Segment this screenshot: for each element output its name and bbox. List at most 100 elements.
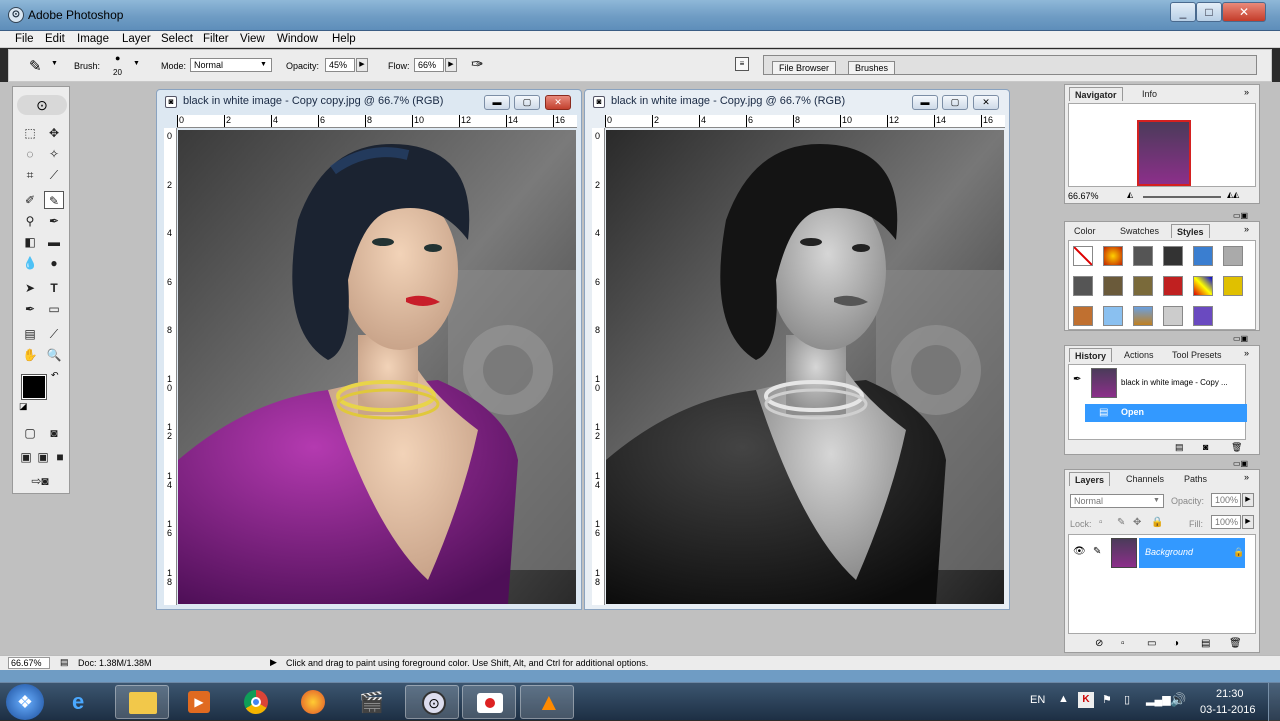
style-swatch[interactable] [1073,276,1093,296]
layers-panel-controls[interactable]: ▭▣ [1233,459,1257,469]
status-doc-size[interactable]: Doc: 1.38M/1.38M [78,658,152,668]
canvas-photo-bw[interactable] [606,130,1004,604]
flow-input[interactable]: 66% [414,58,444,72]
zoom-out-icon[interactable]: ◭ [1127,190,1133,199]
style-swatch[interactable] [1193,276,1213,296]
menu-window[interactable]: Window [277,33,318,45]
document-window-color[interactable]: ◙ black in white image - Copy copy.jpg @… [156,89,582,610]
style-swatch[interactable] [1223,246,1243,266]
mode-chevron-icon[interactable]: ▼ [260,61,267,68]
snapshot-thumbnail[interactable] [1091,368,1117,398]
new-snapshot-icon[interactable]: ◙ [1203,442,1208,452]
canvas-photo-color[interactable] [178,130,576,604]
adobe-online-icon[interactable]: ⊙ [17,95,67,115]
link-layers-icon[interactable]: ⊘ [1095,638,1103,649]
taskbar-firefox[interactable] [286,685,340,719]
style-swatch[interactable] [1133,276,1153,296]
visibility-eye-icon[interactable]: 👁 [1073,546,1086,557]
blur-icon[interactable]: 💧 [20,254,40,272]
language-indicator[interactable]: EN [1030,694,1045,706]
zoom-icon[interactable]: 🔍 [44,346,64,364]
taskbar-chrome[interactable] [229,685,283,719]
styles-panel-controls[interactable]: ▭▣ [1233,211,1257,221]
style-swatch[interactable] [1193,306,1213,326]
palette-well-icon[interactable]: ≡ [735,57,749,71]
brush-picker-chevron-icon[interactable]: ▼ [133,60,140,67]
dodge-icon[interactable]: ● [44,254,64,272]
close-button[interactable]: ✕ [1222,2,1266,22]
hand-icon[interactable]: ✋ [20,346,40,364]
menu-image[interactable]: Image [77,33,109,45]
foreground-color-swatch[interactable] [21,374,47,400]
history-brush-icon[interactable]: ✒ [44,212,64,230]
opacity-arrow-icon[interactable]: ▶ [356,58,368,72]
layer-thumbnail[interactable] [1111,538,1137,568]
tab-info[interactable]: Info [1137,87,1162,101]
taskbar-recorder[interactable] [462,685,516,719]
flow-arrow-icon[interactable]: ▶ [445,58,457,72]
style-swatch[interactable] [1193,246,1213,266]
jump-to-imageready-icon[interactable]: ⇨◙ [20,472,60,490]
add-layer-style-icon[interactable]: ▫ [1121,638,1125,649]
history-brush-source-icon[interactable]: ✒ [1073,374,1081,385]
tab-swatches[interactable]: Swatches [1115,224,1164,238]
taskbar-photoshop[interactable]: ⊙ [405,685,459,719]
brush-dot-icon[interactable]: ● [115,53,120,63]
style-swatch[interactable] [1163,306,1183,326]
navigator-thumbnail[interactable] [1137,120,1191,186]
quick-mask-icon[interactable]: ◙ [44,424,64,442]
clone-stamp-icon[interactable]: ⚲ [20,212,40,230]
tab-tool-presets[interactable]: Tool Presets [1167,348,1227,362]
taskbar-media[interactable]: ▶ [172,685,226,719]
snapshot-name[interactable]: black in white image - Copy ... [1121,378,1228,387]
style-swatch[interactable] [1133,306,1153,326]
type-icon[interactable]: T [44,279,64,297]
lock-pixels-icon[interactable]: ✎ [1117,517,1125,528]
start-button[interactable]: ❖ [6,684,44,720]
menu-help[interactable]: Help [332,33,356,45]
panel-menu-icon[interactable]: » [1244,224,1249,234]
screen-mode-full-icon[interactable]: ■ [50,448,70,466]
layer-row-selected[interactable]: Background 🔒 [1139,538,1245,568]
tray-flag-icon[interactable]: ⚑ [1102,693,1112,706]
notes-icon[interactable]: ▤ [20,325,40,343]
fill-arrow-icon[interactable]: ▶ [1242,515,1254,529]
eraser-icon[interactable]: ◧ [20,233,40,251]
tab-actions[interactable]: Actions [1119,348,1159,362]
lock-all-icon[interactable]: 🔒 [1151,517,1163,528]
brush-tool-icon[interactable]: ✎ [29,57,42,75]
swap-colors-icon[interactable]: ↶ [51,370,59,381]
delete-layer-icon[interactable]: 🗑 [1229,638,1242,649]
battery-icon[interactable]: ▯ [1124,693,1130,706]
blend-mode-select[interactable]: Normal [1070,494,1164,508]
show-desktop-button[interactable] [1268,683,1280,721]
new-group-icon[interactable]: ▭ [1147,638,1156,649]
tab-navigator[interactable]: Navigator [1069,87,1123,101]
doc-minimize-button[interactable]: ▬ [912,95,938,110]
magic-wand-icon[interactable]: ✧ [44,145,64,163]
tab-history[interactable]: History [1069,348,1113,362]
network-icon[interactable]: ▂▄▆ [1146,693,1171,706]
new-layer-icon[interactable]: ▤ [1201,638,1210,649]
status-arrow-icon[interactable]: ▶ [270,657,277,668]
style-swatch[interactable] [1163,246,1183,266]
taskbar-explorer[interactable] [115,685,169,719]
layer-name[interactable]: Background [1145,547,1193,557]
gradient-icon[interactable]: ▬ [44,233,64,251]
status-zoom[interactable]: 66.67% [8,657,50,669]
style-swatch[interactable] [1103,276,1123,296]
standard-mode-icon[interactable]: ▢ [20,424,40,442]
maximize-button[interactable]: □ [1196,2,1222,22]
tab-channels[interactable]: Channels [1121,472,1169,486]
pen-icon[interactable]: ✒ [20,300,40,318]
marquee-icon[interactable]: ⬚ [20,124,40,142]
fill-input[interactable]: 100% [1211,515,1241,529]
brush-icon[interactable]: ✎ [44,191,64,209]
style-swatch[interactable] [1163,276,1183,296]
new-document-from-state-icon[interactable]: ▤ [1175,442,1184,453]
clock-time[interactable]: 21:30 [1216,688,1244,700]
document-window-bw[interactable]: ◙ black in white image - Copy.jpg @ 66.7… [584,89,1010,610]
doc-maximize-button[interactable]: ▢ [942,95,968,110]
doc-close-button[interactable]: ✕ [973,95,999,110]
tab-layers[interactable]: Layers [1069,472,1111,486]
